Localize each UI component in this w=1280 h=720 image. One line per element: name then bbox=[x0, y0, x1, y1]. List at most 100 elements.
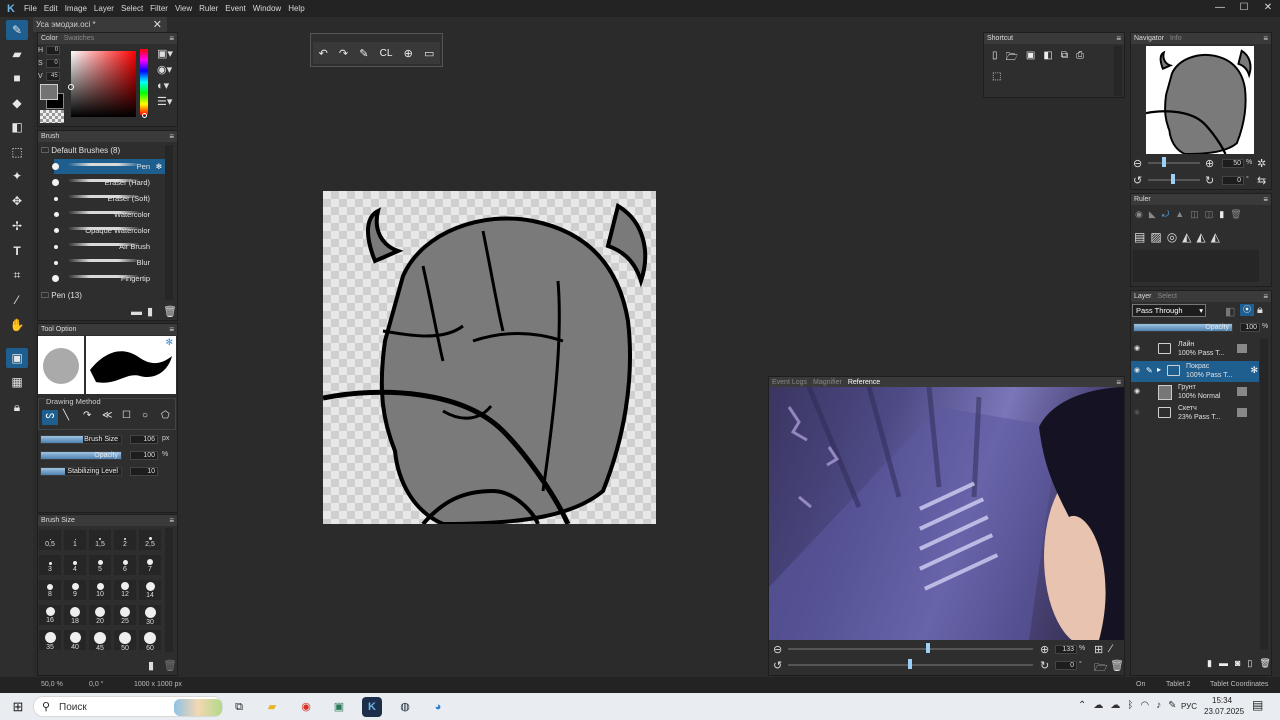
eye-icon[interactable]: ◉ bbox=[1134, 388, 1141, 395]
ruler-delete-icon[interactable]: 🗑︎ bbox=[1230, 209, 1241, 220]
stabilizing-slider[interactable]: Stabilizing Level bbox=[40, 467, 122, 476]
pen-tool-icon[interactable]: ✎ bbox=[6, 20, 28, 40]
panel-menu-icon[interactable]: ≡ bbox=[169, 131, 174, 142]
duplicate-icon[interactable]: ▯ bbox=[1247, 658, 1252, 669]
ruler-link-icon[interactable]: ⤾ bbox=[1162, 209, 1170, 220]
perspective3-ruler-icon[interactable]: ◭ bbox=[1211, 230, 1220, 244]
panel-menu-icon[interactable]: ≡ bbox=[169, 515, 174, 526]
zoom-slider-handle[interactable] bbox=[1162, 157, 1166, 167]
layer-row[interactable]: ◉ Скетч 23% Pass T... bbox=[1131, 403, 1259, 424]
drawing-canvas[interactable] bbox=[322, 191, 656, 527]
reference-image[interactable] bbox=[769, 387, 1124, 640]
v-value[interactable]: 45 bbox=[45, 72, 60, 81]
hue-handle[interactable] bbox=[142, 113, 147, 118]
reference-rotation-value[interactable]: 0 bbox=[1055, 661, 1077, 670]
brush-size-cell[interactable]: 3 bbox=[39, 555, 61, 575]
ruler-new-icon[interactable]: ▮ bbox=[1219, 209, 1224, 220]
rotate-left-icon[interactable]: ↺ bbox=[1133, 174, 1142, 187]
delete-size-icon[interactable]: 🗑︎ bbox=[163, 659, 177, 672]
color-settings-icon[interactable]: ◐▾ bbox=[157, 79, 169, 92]
panel-menu-icon[interactable]: ≡ bbox=[1263, 291, 1268, 302]
windows-start-icon[interactable]: ⊞ bbox=[8, 697, 28, 717]
brush-size-cell[interactable]: 8 bbox=[39, 580, 61, 600]
select-tool-icon[interactable]: ⬚ bbox=[6, 142, 28, 162]
pen-lock-icon[interactable]: ✎ bbox=[1146, 366, 1153, 375]
mask-mode-icon[interactable]: ▦ bbox=[6, 372, 28, 392]
wifi-icon[interactable]: ◠ bbox=[1140, 700, 1149, 711]
tab-magnifier[interactable]: Magnifier bbox=[813, 379, 842, 386]
menu-window[interactable]: Window bbox=[253, 4, 281, 13]
messenger-icon[interactable]: ◕ bbox=[428, 697, 448, 717]
ellipse-method-icon[interactable]: ○ bbox=[142, 410, 148, 421]
foreground-color-swatch[interactable] bbox=[40, 84, 58, 100]
new-brush-icon[interactable]: ▮ bbox=[147, 305, 153, 318]
color-picker-cursor[interactable] bbox=[68, 84, 74, 90]
language-indicator[interactable]: РУС bbox=[1181, 702, 1197, 711]
opacity-slider[interactable]: Opacity bbox=[40, 451, 122, 460]
steam-icon[interactable]: ◍ bbox=[395, 697, 415, 717]
gear-icon[interactable]: ✻ bbox=[1250, 365, 1258, 376]
menu-help[interactable]: Help bbox=[288, 4, 304, 13]
brush-size-cell[interactable]: 9 bbox=[64, 580, 86, 600]
brush-size-cell[interactable]: 16 bbox=[39, 605, 61, 625]
eyedropper-icon[interactable]: ⁄ bbox=[1110, 643, 1112, 655]
color-picker-square[interactable] bbox=[71, 51, 136, 117]
brush-size-cell[interactable]: 20 bbox=[89, 605, 111, 625]
fit-view-icon[interactable]: ⊞ bbox=[1094, 643, 1103, 656]
brush-scrollbar[interactable] bbox=[165, 145, 173, 300]
draw-mode-icon[interactable]: ▣ bbox=[6, 348, 28, 368]
brush-size-cell[interactable]: 2,5 bbox=[139, 530, 161, 550]
brush-item[interactable]: Pen ✻ bbox=[52, 159, 165, 174]
fit-view-icon[interactable]: ✲ bbox=[1257, 157, 1266, 170]
rotation-slider-handle[interactable] bbox=[1171, 174, 1175, 184]
eye-icon[interactable]: ◉ bbox=[1134, 345, 1141, 352]
brush-size-cell[interactable]: 10 bbox=[89, 580, 111, 600]
redo-icon[interactable]: ↷ bbox=[339, 47, 348, 60]
close-window-button[interactable]: ✕ bbox=[1256, 0, 1280, 17]
tab-info[interactable]: Info bbox=[1170, 35, 1182, 42]
zoom-in-icon[interactable]: ⊕ bbox=[1205, 157, 1214, 170]
lock-icon[interactable]: 🔒︎ bbox=[6, 397, 28, 417]
parallel-ruler-icon[interactable]: ▤ bbox=[1134, 230, 1145, 244]
menu-edit[interactable]: Edit bbox=[44, 4, 58, 13]
panel-menu-icon[interactable]: ≡ bbox=[1263, 33, 1268, 44]
notification-icon[interactable]: ▤ bbox=[1252, 698, 1263, 712]
text-tool-icon[interactable]: T bbox=[6, 241, 28, 261]
maximize-button[interactable]: ☐ bbox=[1232, 0, 1256, 17]
app-icon[interactable]: ▣ bbox=[329, 697, 349, 717]
layer-row[interactable]: ◉ Грунт 100% Normal bbox=[1131, 382, 1259, 403]
eraser-tool-icon[interactable]: ▰ bbox=[6, 44, 28, 64]
rectangle-tool-icon[interactable]: ■ bbox=[6, 68, 28, 88]
brush-size-scrollbar[interactable] bbox=[165, 528, 173, 652]
reference-zoom-value[interactable]: 133 bbox=[1055, 645, 1077, 654]
h-field[interactable]: H0 bbox=[38, 46, 68, 55]
panel-menu-icon[interactable]: ≡ bbox=[1116, 33, 1121, 44]
menu-file[interactable]: File bbox=[24, 4, 37, 13]
brush-item[interactable]: Blur bbox=[54, 255, 165, 270]
pen-tray-icon[interactable]: ✎ bbox=[1168, 700, 1176, 711]
gradient-tool-icon[interactable]: ◧ bbox=[6, 117, 28, 137]
brush-size-value[interactable]: 106 bbox=[130, 435, 158, 444]
open-reference-icon[interactable]: 🗁︎ bbox=[1094, 659, 1108, 678]
flip-icon[interactable]: ⇆ bbox=[1257, 174, 1266, 187]
zoom-value[interactable]: 50 bbox=[1222, 159, 1244, 168]
brush-size-cell[interactable]: 0,5 bbox=[39, 530, 61, 550]
print-icon[interactable]: ⎙ bbox=[1076, 50, 1084, 67]
layer-scrollbar[interactable] bbox=[1260, 339, 1268, 649]
eye-icon[interactable]: ◉ bbox=[1134, 409, 1141, 416]
crop-tool-icon[interactable]: ⌗ bbox=[6, 265, 28, 285]
brush-item[interactable]: Air Brush bbox=[54, 239, 165, 254]
transparent-color-swatch[interactable] bbox=[40, 110, 64, 123]
tab-select[interactable]: Select bbox=[1158, 293, 1177, 300]
delete-layer-icon[interactable]: 🗑︎ bbox=[1259, 658, 1270, 669]
brush-size-cell[interactable]: 35 bbox=[39, 630, 61, 651]
tab-navigator[interactable]: Navigator bbox=[1134, 35, 1164, 42]
stabilizing-value[interactable]: 10 bbox=[130, 467, 158, 476]
opacity-value[interactable]: 100 bbox=[130, 451, 158, 460]
color-list-icon[interactable]: ☰▾ bbox=[157, 95, 172, 108]
brush-size-cell[interactable]: 1,5 bbox=[89, 530, 111, 550]
panel-menu-icon[interactable]: ≡ bbox=[169, 33, 174, 44]
reference-zoom-handle[interactable] bbox=[926, 643, 930, 653]
layer-clip-icon[interactable]: ◧ bbox=[1225, 305, 1235, 318]
clock-time[interactable]: 15:34 bbox=[1212, 696, 1232, 705]
